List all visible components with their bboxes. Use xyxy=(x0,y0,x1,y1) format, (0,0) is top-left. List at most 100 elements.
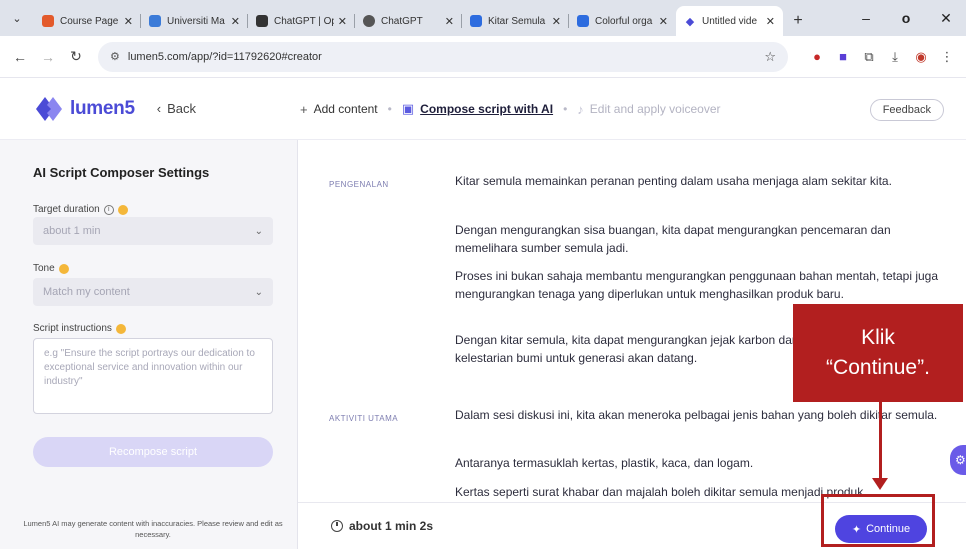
tab-close-icon[interactable]: ✕ xyxy=(124,15,133,28)
browser-tab[interactable]: Universiti Ma ✕ xyxy=(141,6,248,36)
browser-tab[interactable]: Colorful orga ✕ xyxy=(569,6,676,36)
browser-tab[interactable]: Course Page | ✕ xyxy=(34,6,141,36)
chevron-down-icon: ⌄ xyxy=(254,286,263,298)
back-button[interactable]: ‹ Back xyxy=(157,101,196,116)
chevron-left-icon: ‹ xyxy=(156,101,162,116)
step-label: Compose script with AI xyxy=(420,102,554,116)
script-instructions-field[interactable]: e.g "Ensure the script portrays our dedi… xyxy=(33,338,273,414)
lumen5-logo[interactable]: lumen5 xyxy=(34,94,135,124)
tab-search-icon[interactable]: ⌄ xyxy=(0,0,34,36)
select-value: about 1 min xyxy=(43,225,101,237)
tab-label: Course Page | xyxy=(60,15,120,27)
url-field[interactable]: ⚙ lumen5.com/app/?id=11792620#creator ☆ xyxy=(98,41,788,72)
url-text: lumen5.com/app/?id=11792620#creator xyxy=(127,50,322,63)
chatgpt-favicon-icon xyxy=(256,15,268,27)
script-paragraph[interactable]: Dengan mengurangkan sisa buangan, kita d… xyxy=(455,221,950,257)
feedback-button[interactable]: Feedback xyxy=(869,99,944,121)
chevron-down-icon: ⌄ xyxy=(254,225,263,237)
script-instructions-label: Script instructions xyxy=(33,323,126,334)
document-ai-icon: ▣ xyxy=(401,101,415,116)
extension-icon[interactable]: ● xyxy=(804,49,830,64)
university-favicon-icon xyxy=(149,15,161,27)
callout-line-1: Klik xyxy=(861,326,895,349)
tone-select[interactable]: Match my content ⌄ xyxy=(33,278,273,306)
tab-close-icon[interactable]: ✕ xyxy=(231,15,240,28)
lumen5-favicon-icon: ◆ xyxy=(685,15,695,28)
browser-tab-active[interactable]: ◆ Untitled vide ✕ xyxy=(676,6,783,36)
recompose-script-button[interactable]: Recompose script xyxy=(33,437,273,467)
address-bar: ← → ↻ ⚙ lumen5.com/app/?id=11792620#crea… xyxy=(0,36,966,78)
canva-favicon-icon xyxy=(470,15,482,27)
duration-text: about 1 min 2s xyxy=(349,519,434,533)
browser-menu-icon[interactable]: ⋮ xyxy=(934,49,960,65)
continue-highlight-box xyxy=(821,494,935,547)
label-text: Script instructions xyxy=(33,323,112,334)
extensions-puzzle-icon[interactable]: ⧉ xyxy=(856,49,882,65)
select-value: Match my content xyxy=(43,286,130,298)
label-text: Target duration xyxy=(33,204,100,215)
forward-arrow-icon[interactable]: → xyxy=(34,49,62,65)
script-paragraph[interactable]: Kitar semula memainkan peranan penting d… xyxy=(455,172,950,190)
download-icon[interactable]: ⤓ xyxy=(882,49,908,65)
extension-icon[interactable]: ■ xyxy=(830,49,856,64)
composer-settings-sidebar: AI Script Composer Settings Target durat… xyxy=(0,140,298,549)
step-add-content[interactable]: + Add content xyxy=(300,102,378,117)
target-duration-label: Target duration i xyxy=(33,204,128,215)
script-duration: about 1 min 2s xyxy=(331,519,433,533)
script-paragraph[interactable]: Dalam sesi diskusi ini, kita akan menero… xyxy=(455,406,950,424)
minimize-button[interactable]: – xyxy=(846,0,886,36)
help-widget-icon[interactable]: ⚙ xyxy=(950,445,966,475)
script-paragraph[interactable]: Proses ini bukan sahaja membantu mengura… xyxy=(455,267,950,303)
target-duration-select[interactable]: about 1 min ⌄ xyxy=(33,217,273,245)
tone-label: Tone xyxy=(33,263,69,274)
new-tab-button[interactable]: + xyxy=(783,6,813,36)
back-arrow-icon[interactable]: ← xyxy=(6,49,34,65)
tab-close-icon[interactable]: ✕ xyxy=(659,15,668,28)
app-header: lumen5 ‹ Back + Add content • ▣ Compose … xyxy=(0,78,966,140)
close-window-button[interactable]: ✕ xyxy=(926,0,966,36)
section-label-pengenalan: PENGENALAN xyxy=(329,180,389,189)
course-page-favicon-icon xyxy=(42,15,54,27)
tab-close-icon[interactable]: ✕ xyxy=(338,15,347,28)
browser-tab[interactable]: Kitar Semula ✕ xyxy=(462,6,569,36)
script-paragraph[interactable]: Antaranya termasuklah kertas, plastik, k… xyxy=(455,454,950,472)
tab-close-icon[interactable]: ✕ xyxy=(445,15,454,28)
callout-line-2: “Continue”. xyxy=(826,356,930,379)
sidebar-title: AI Script Composer Settings xyxy=(33,165,210,180)
tab-close-icon[interactable]: ✕ xyxy=(552,15,561,28)
canva-favicon-icon xyxy=(577,15,589,27)
step-separator: • xyxy=(563,102,568,116)
step-compose-script[interactable]: ▣ Compose script with AI xyxy=(402,101,553,117)
browser-tab[interactable]: ChatGPT | Op ✕ xyxy=(248,6,355,36)
section-label-aktiviti-utama: AKTIVITI UTAMA xyxy=(329,414,399,423)
tab-label: Universiti Ma xyxy=(167,15,225,27)
step-voiceover[interactable]: ♪ Edit and apply voiceover xyxy=(577,102,720,117)
tab-label: Colorful orga xyxy=(595,15,653,27)
reload-icon[interactable]: ↻ xyxy=(62,48,90,65)
plus-icon: + xyxy=(300,101,308,117)
tab-label: ChatGPT xyxy=(381,15,423,27)
label-text: Tone xyxy=(33,263,55,274)
browser-tab-bar: ⌄ Course Page | ✕ Universiti Ma ✕ ChatGP… xyxy=(0,0,966,36)
site-settings-icon[interactable]: ⚙ xyxy=(110,50,120,63)
lightbulb-icon xyxy=(58,263,69,274)
callout-arrow-head xyxy=(872,478,888,490)
lightbulb-icon xyxy=(117,204,128,215)
info-icon[interactable]: i xyxy=(103,204,114,215)
step-label: Add content xyxy=(313,102,378,116)
chatgpt-favicon-icon xyxy=(363,15,375,27)
instruction-callout: Klik “Continue”. xyxy=(793,304,963,402)
callout-arrow xyxy=(879,402,882,482)
bookmark-star-icon[interactable]: ☆ xyxy=(764,49,776,65)
restore-button[interactable]: o xyxy=(886,0,926,36)
step-label: Edit and apply voiceover xyxy=(589,102,721,116)
back-label: Back xyxy=(167,101,196,116)
tab-label: Untitled vide xyxy=(702,15,758,27)
tab-label: ChatGPT | Op xyxy=(274,15,334,27)
lightbulb-icon xyxy=(115,323,126,334)
step-separator: • xyxy=(387,102,392,116)
tab-close-icon[interactable]: ✕ xyxy=(766,15,775,28)
clock-icon xyxy=(331,520,343,532)
profile-avatar-icon[interactable]: ◉ xyxy=(908,49,934,65)
browser-tab[interactable]: ChatGPT ✕ xyxy=(355,6,462,36)
